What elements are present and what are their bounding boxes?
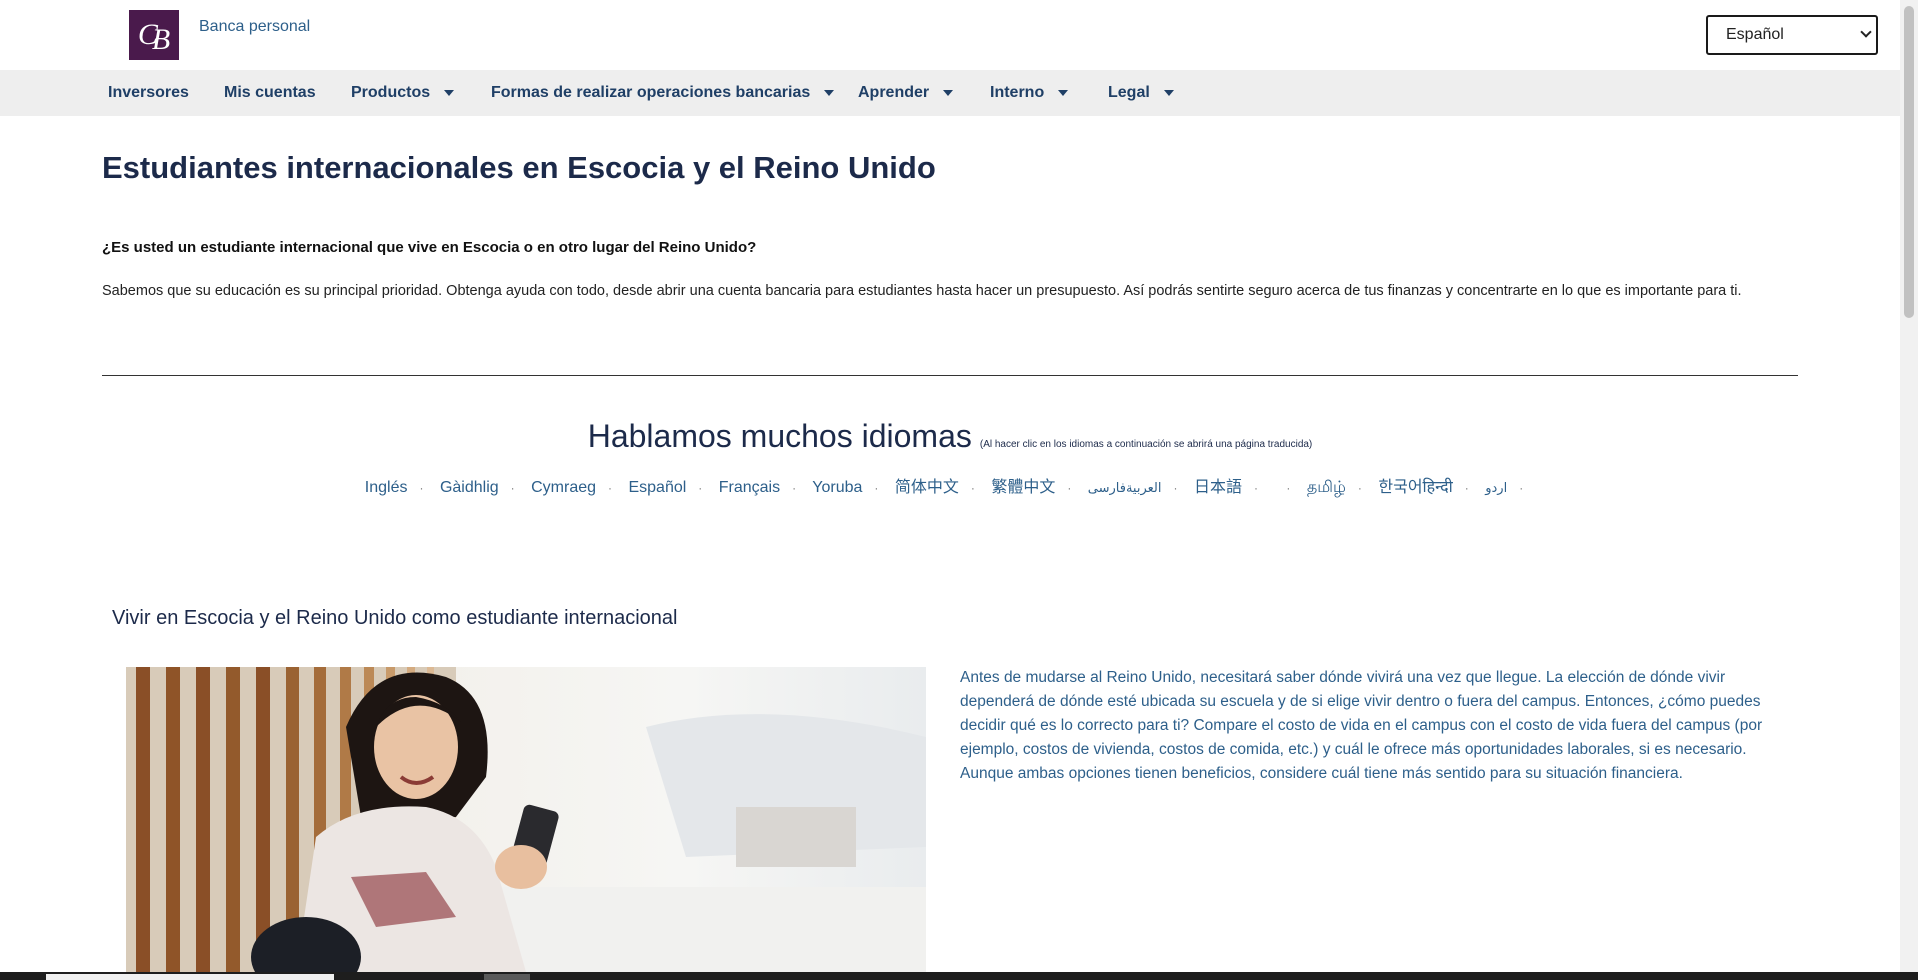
nav-item-productos[interactable]: Productos — [351, 70, 455, 116]
nav-item-label: Legal — [1108, 84, 1150, 101]
nav-item-label: Aprender — [858, 84, 930, 101]
separator-dot: · — [1173, 481, 1178, 495]
bank-logo[interactable]: CB — [129, 10, 179, 60]
language-link-tamil[interactable]: தமிழ் — [1307, 479, 1346, 496]
section-text: Antes de mudarse al Reino Unido, necesit… — [960, 669, 1763, 782]
page-title: Estudiantes internacionales en Escocia y… — [102, 150, 936, 185]
language-link-cymraeg[interactable]: Cymraeg — [531, 479, 596, 496]
ground — [456, 887, 926, 972]
nav-item-formas-banca[interactable]: Formas de realizar operaciones bancarias — [491, 70, 835, 116]
page-scrollbar[interactable] — [1900, 0, 1918, 972]
os-taskbar — [0, 972, 1918, 980]
caret-down-icon — [943, 90, 954, 96]
top-header: CB Banca personal Español — [0, 0, 1900, 70]
language-select[interactable]: Español — [1706, 15, 1878, 55]
nav-item-aprender[interactable]: Aprender — [858, 70, 954, 116]
caret-down-icon — [824, 90, 835, 96]
separator-dot: · — [510, 481, 515, 495]
student-photo-illustration — [126, 667, 926, 972]
separator-dot: · — [698, 481, 703, 495]
separator-dot: · — [1519, 481, 1524, 495]
language-link-arabic-farsi[interactable]: العربيةفارسی — [1088, 480, 1162, 495]
language-links: Inglés · Gàidhlig · Cymraeg · Español · Fran… — [0, 473, 1900, 498]
section-heading: Vivir en Escocia y el Reino Unido como e… — [112, 607, 678, 629]
nav-item-label: Interno — [990, 84, 1045, 101]
language-link-japanese[interactable]: 日本語 — [1194, 479, 1242, 496]
language-link-traditional-chinese[interactable]: 繁體中文 — [991, 479, 1055, 496]
taskbar-item[interactable] — [484, 974, 530, 980]
intro-question: ¿Es usted un estudiante internacional qu… — [102, 239, 757, 256]
chevron-down-icon — [1860, 26, 1872, 38]
separator-dot: · — [419, 481, 424, 495]
nav-item-label: Inversores — [108, 84, 189, 101]
nav-item-label: Mis cuentas — [224, 84, 316, 101]
separator-dot: · — [1067, 481, 1072, 495]
separator-dot: · — [970, 481, 975, 495]
caret-down-icon — [1058, 90, 1069, 96]
language-link-urdu[interactable]: اردو — [1485, 480, 1507, 495]
separator-dot: · — [1464, 481, 1469, 495]
student-photo — [126, 667, 926, 972]
separator-dot: · — [1357, 481, 1362, 495]
nav-item-inversores[interactable]: Inversores — [108, 70, 189, 116]
intro-text: Sabemos que su educación es su principal… — [102, 283, 1742, 299]
separator-dot: · — [874, 481, 879, 495]
language-link-ingles[interactable]: Inglés — [365, 479, 408, 496]
background-building-block — [736, 807, 856, 867]
nav-item-legal[interactable]: Legal — [1108, 70, 1174, 116]
separator-dot: · — [608, 481, 613, 495]
separator-dot: · — [792, 481, 797, 495]
languages-title: Hablamos muchos idiomas — [587, 418, 972, 454]
caret-down-icon — [444, 90, 455, 96]
main-nav: Inversores Mis cuentas Productos Formas … — [0, 70, 1900, 116]
nav-item-label: Formas de realizar operaciones bancarias — [491, 84, 811, 101]
language-link-gaidhlig[interactable]: Gàidhlig — [440, 479, 499, 496]
language-link-francais[interactable]: Français — [719, 479, 780, 496]
scrollbar-thumb[interactable] — [1904, 6, 1914, 318]
languages-note: (Al hacer clic en los idiomas a continua… — [979, 439, 1313, 450]
language-link-yoruba[interactable]: Yoruba — [812, 479, 862, 496]
separator-dot: · — [1253, 481, 1258, 495]
languages-heading: Hablamos muchos idiomas (Al hacer clic en… — [0, 418, 1900, 455]
separator-dot: · — [1286, 481, 1291, 495]
nav-item-interno[interactable]: Interno — [990, 70, 1069, 116]
nav-item-label: Productos — [351, 84, 431, 101]
language-link-espanol[interactable]: Español — [628, 479, 686, 496]
caret-down-icon — [1163, 90, 1174, 96]
personal-banking-link[interactable]: Banca personal — [199, 18, 310, 36]
section-divider — [102, 375, 1798, 376]
nav-item-mis-cuentas[interactable]: Mis cuentas — [224, 70, 316, 116]
language-select-value: Español — [1726, 26, 1784, 43]
language-link-korean-hindi[interactable]: 한국어हिन्दी — [1378, 479, 1452, 496]
language-link-simplified-chinese[interactable]: 简体中文 — [895, 479, 959, 496]
taskbar-item[interactable] — [46, 974, 334, 980]
